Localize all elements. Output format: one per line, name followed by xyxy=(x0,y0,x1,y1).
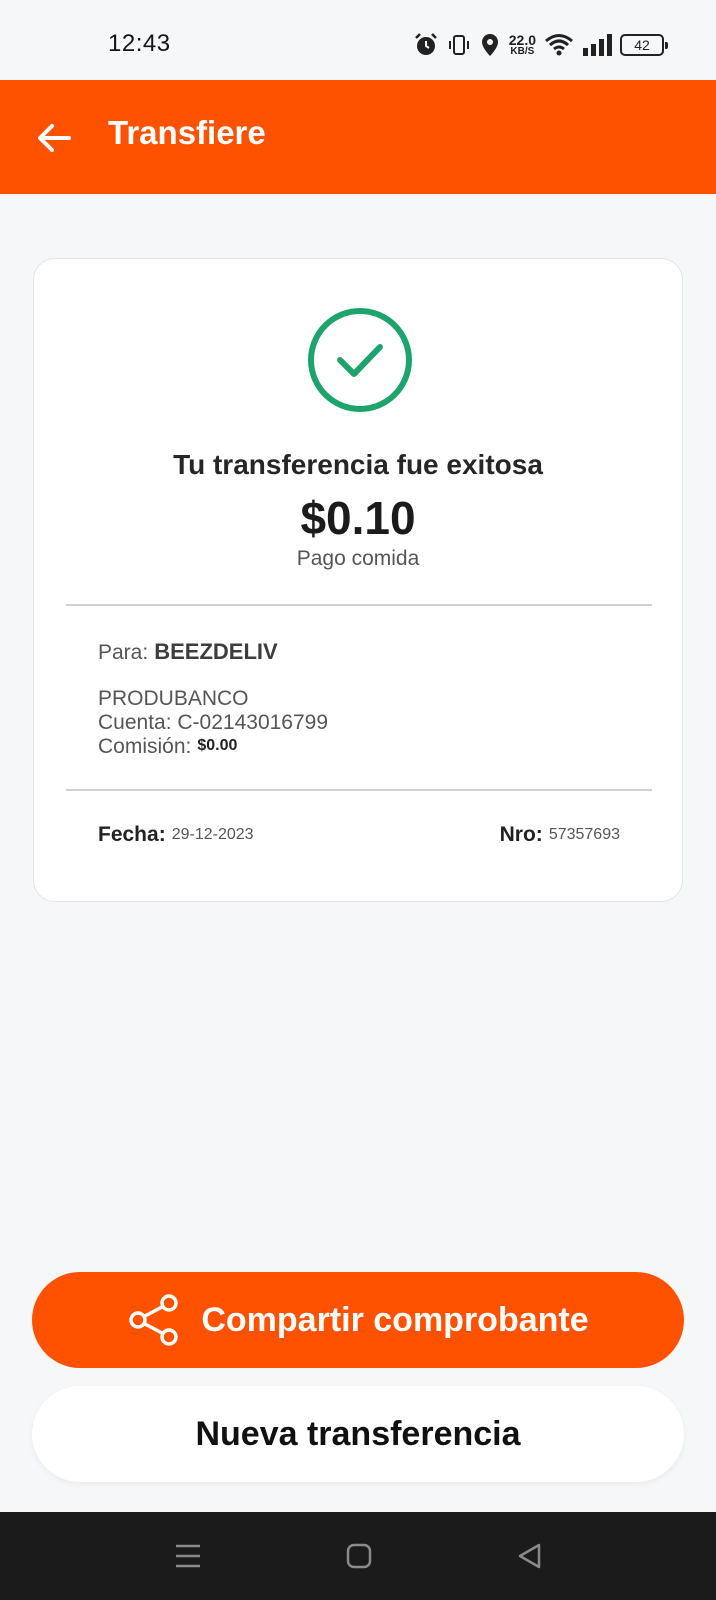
reference-label: Nro: xyxy=(499,823,543,846)
share-icon xyxy=(129,1294,179,1346)
recent-apps-icon[interactable] xyxy=(172,1540,204,1572)
divider xyxy=(66,789,652,791)
date-row: Fecha: 29-12-2023 xyxy=(98,823,254,847)
transfer-amount: $0.10 xyxy=(300,492,416,544)
divider xyxy=(66,604,652,606)
back-button[interactable] xyxy=(34,118,74,158)
new-transfer-label: Nueva transferencia xyxy=(195,1414,521,1453)
fee-label: Comisión: xyxy=(98,735,192,758)
app-bar: Transfiere xyxy=(0,80,716,194)
back-nav-icon[interactable] xyxy=(514,1540,546,1572)
location-icon xyxy=(481,34,498,56)
page-title: Transfiere xyxy=(108,114,266,151)
battery-icon: 42 xyxy=(620,34,668,56)
receipt-card: Tu transferencia fue exitosa $0.10 Pago … xyxy=(33,258,683,902)
new-transfer-button[interactable]: Nueva transferencia xyxy=(32,1386,684,1482)
reference-value: 57357693 xyxy=(548,826,620,843)
reference-row: Nro: 57357693 xyxy=(500,823,620,847)
fee-value: $0.00 xyxy=(197,737,238,754)
alarm-icon xyxy=(414,33,437,55)
date-value: 29-12-2023 xyxy=(171,826,254,843)
bank-name: PRODUBANCO xyxy=(98,687,249,710)
date-label: Fecha: xyxy=(98,823,166,846)
battery-level: 42 xyxy=(634,37,650,53)
network-speed-value: 22.0 xyxy=(508,32,536,48)
wifi-icon xyxy=(545,34,573,56)
share-receipt-label: Compartir comprobante xyxy=(201,1300,589,1339)
network-speed: 22.0 KB/S xyxy=(509,33,536,57)
signal-icon xyxy=(583,34,612,56)
recipient-name: BEEZDELIV xyxy=(154,639,278,664)
share-receipt-button[interactable]: Compartir comprobante xyxy=(32,1272,684,1368)
recipient-label: Para: xyxy=(98,641,149,664)
vibrate-icon xyxy=(448,35,469,55)
transfer-concept: Pago comida xyxy=(296,547,420,570)
system-nav-bar xyxy=(0,1512,716,1600)
account-number: Cuenta: C-02143016799 xyxy=(98,711,329,734)
home-icon[interactable] xyxy=(343,1540,375,1572)
status-icons: 22.0 KB/S 42 xyxy=(413,30,668,60)
status-bar: 12:43 22.0 KB/S 42 xyxy=(0,0,716,80)
arrow-left-icon xyxy=(38,124,71,152)
status-time: 12:43 xyxy=(108,30,171,57)
check-circle-icon xyxy=(307,307,413,413)
screen: 12:43 22.0 KB/S 42 Transfiere Tu transfe… xyxy=(0,0,716,1600)
network-speed-unit: KB/S xyxy=(510,46,535,57)
recipient-row: Para: BEEZDELIV xyxy=(98,639,278,665)
success-title: Tu transferencia fue exitosa xyxy=(173,449,543,480)
fee-row: Comisión: $0.00 xyxy=(98,735,237,759)
